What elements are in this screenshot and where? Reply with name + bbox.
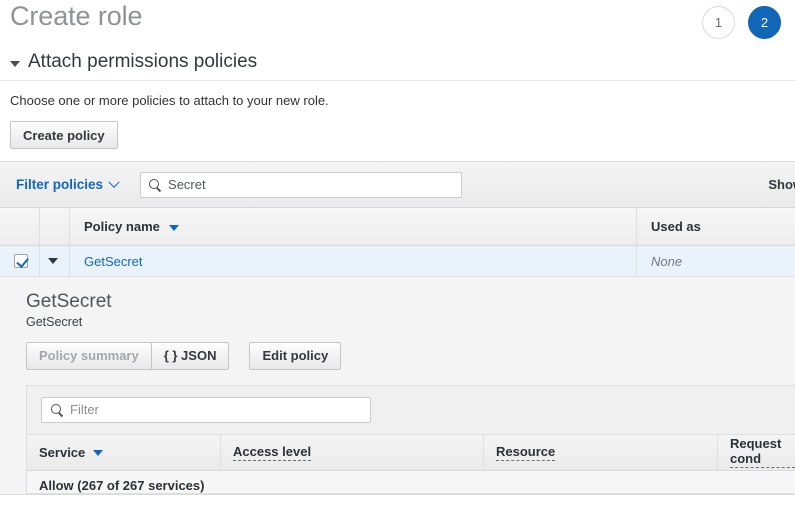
sort-descending-icon <box>93 450 104 457</box>
column-resource[interactable]: Resource <box>484 434 718 470</box>
policy-search-input[interactable] <box>168 177 462 192</box>
page-header: Create role 1 2 <box>0 0 795 46</box>
policy-search-box[interactable] <box>140 171 463 198</box>
summary-filter-row: Filter <box>27 385 795 435</box>
search-icon <box>51 403 63 416</box>
column-service-label: Service <box>39 444 86 460</box>
tab-json[interactable]: { } JSON <box>151 341 230 370</box>
section-description: Choose one or more policies to attach to… <box>10 93 329 108</box>
row-policy-name-cell: GetSecret <box>70 246 637 276</box>
row-checkbox[interactable] <box>14 254 28 268</box>
view-toggle-group: Policy summary { } JSON <box>26 341 230 370</box>
chevron-down-icon <box>108 176 120 188</box>
policy-summary-panel: Filter Service Access level Resource Req… <box>26 384 795 494</box>
column-used-as-label: Used as <box>651 219 701 234</box>
section-header[interactable]: Attach permissions policies <box>0 46 795 81</box>
row-expand-cell <box>40 246 70 276</box>
showing-results-label: Show <box>768 177 795 192</box>
policy-table: Filter policies Show Policy name Used as <box>0 161 795 495</box>
policy-table-header: Policy name Used as <box>0 208 795 246</box>
column-request-condition[interactable]: Request cond <box>718 435 795 470</box>
allow-summary-row: Allow (267 of 267 services) <box>27 470 795 493</box>
sort-descending-icon <box>168 224 179 231</box>
step-1-label: 1 <box>714 15 723 30</box>
table-row[interactable]: GetSecret None <box>0 246 795 277</box>
select-all-column <box>0 208 40 245</box>
policy-detail-panel: GetSecret GetSecret Policy summary { } J… <box>0 277 795 494</box>
column-access-level-label: Access level <box>233 443 312 461</box>
create-policy-button[interactable]: Create policy <box>10 121 118 149</box>
policy-detail-tabbar: Policy summary { } JSON Edit policy <box>0 341 795 370</box>
step-2-label: 2 <box>760 15 769 30</box>
column-policy-name[interactable]: Policy name <box>70 208 637 245</box>
chevron-down-icon <box>10 60 20 67</box>
filter-policies-label: Filter policies <box>16 177 104 192</box>
column-resource-label: Resource <box>496 443 556 461</box>
policy-detail-subtitle: GetSecret <box>26 314 83 329</box>
search-icon <box>149 178 161 191</box>
row-select-cell <box>0 246 40 276</box>
page-title: Create role <box>10 1 143 31</box>
column-policy-name-label: Policy name <box>84 219 160 234</box>
expand-column <box>40 208 70 245</box>
row-used-as-cell: None <box>637 246 795 276</box>
used-as-value: None <box>651 253 683 269</box>
step-indicator: 1 2 <box>702 6 781 39</box>
column-request-condition-label: Request cond <box>730 436 795 469</box>
column-used-as[interactable]: Used as <box>637 208 795 245</box>
step-2[interactable]: 2 <box>748 6 781 39</box>
create-role-page: Create role 1 2 Attach permissions polic… <box>0 0 795 506</box>
summary-filter-placeholder: Filter <box>70 402 99 418</box>
create-policy-row: Create policy <box>0 108 795 149</box>
summary-table-header: Service Access level Resource Request co… <box>27 434 795 471</box>
filter-policies-dropdown[interactable]: Filter policies <box>16 176 120 192</box>
column-service[interactable]: Service <box>27 434 221 470</box>
column-access-level[interactable]: Access level <box>221 434 484 470</box>
summary-filter-box[interactable]: Filter <box>41 396 371 423</box>
tab-policy-summary[interactable]: Policy summary <box>26 341 152 370</box>
edit-policy-button[interactable]: Edit policy <box>249 341 342 370</box>
section-title: Attach permissions policies <box>28 51 258 72</box>
policy-filter-bar: Filter policies Show <box>0 162 795 208</box>
expand-caret-icon[interactable] <box>48 258 58 264</box>
step-1[interactable]: 1 <box>702 6 735 39</box>
policy-name-link[interactable]: GetSecret <box>84 254 143 269</box>
policy-detail-title: GetSecret <box>26 291 112 312</box>
